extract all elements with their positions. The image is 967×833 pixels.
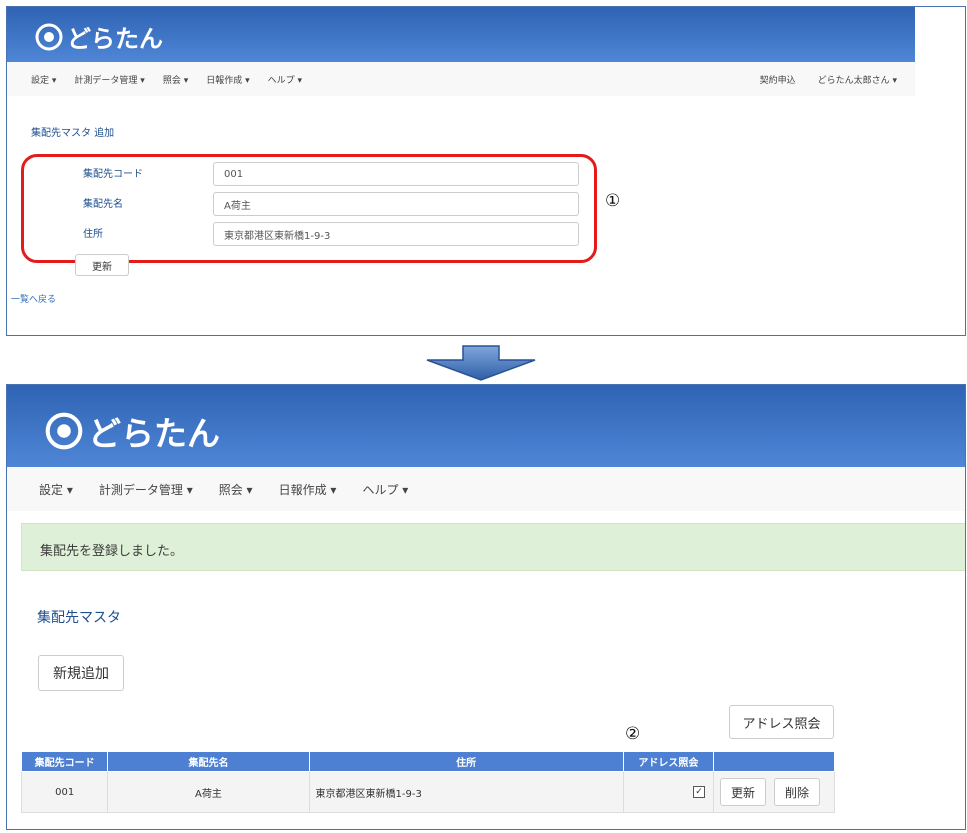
success-alert: 集配先を登録しました。 (21, 523, 965, 571)
nav-menu-report[interactable]: 日報作成 ▾ (206, 73, 249, 86)
table-header-row: 集配先コード 集配先名 住所 アドレス照会 (20, 751, 835, 772)
row-update-button[interactable]: 更新 (720, 778, 767, 806)
callout-2: ② (625, 724, 641, 744)
callout-1: ① (605, 191, 621, 211)
cell-code: 001 (20, 771, 109, 813)
cell-name: A荷主 (107, 771, 310, 813)
submit-button[interactable]: 更新 (75, 254, 129, 276)
cell-address-check: ✓ (622, 771, 715, 813)
nav-menu-report[interactable]: 日報作成 ▾ (279, 481, 337, 498)
form-highlight (21, 154, 597, 263)
nav-menu-settings[interactable]: 設定 ▾ (31, 73, 56, 86)
col-actions (713, 751, 835, 772)
add-new-button[interactable]: 新規追加 (38, 655, 124, 691)
app-logo[interactable]: どらたん (35, 19, 163, 54)
app-header: どらたん (7, 7, 915, 62)
user-menu[interactable]: どらたん太郎さん ▾ (818, 73, 897, 86)
nav-menu-help[interactable]: ヘルプ ▾ (362, 481, 408, 498)
contract-link[interactable]: 契約申込 (760, 73, 796, 86)
col-name: 集配先名 (107, 751, 310, 772)
page-title: 集配先マスタ 追加 (31, 128, 115, 139)
top-navbar-2: 設定 ▾ 計測データ管理 ▾ 照会 ▾ 日報作成 ▾ ヘルプ ▾ (7, 467, 965, 511)
address-inquiry-button[interactable]: アドレス照会 (729, 705, 834, 739)
app-logo-2[interactable]: どらたん (45, 407, 220, 455)
success-alert-text: 集配先を登録しました。 (40, 544, 184, 559)
nav-menu-inquiry[interactable]: 照会 ▾ (163, 73, 188, 86)
app-header-2: どらたん (7, 385, 965, 467)
back-link[interactable]: 一覧へ戻る (11, 292, 56, 305)
logo-icon (45, 412, 83, 450)
add-form-screen: どらたん 設定 ▾ 計測データ管理 ▾ 照会 ▾ 日報作成 ▾ ヘルプ ▾ 契約… (6, 6, 966, 336)
nav-menu-help[interactable]: ヘルプ ▾ (268, 73, 302, 86)
nav-menu-data[interactable]: 計測データ管理 ▾ (74, 73, 144, 86)
nav-menu-inquiry[interactable]: 照会 ▾ (219, 481, 253, 498)
address-checkbox[interactable]: ✓ (693, 786, 706, 798)
logo-icon (35, 23, 63, 50)
logo-text: どらたん (67, 25, 163, 53)
list-screen: どらたん 設定 ▾ 計測データ管理 ▾ 照会 ▾ 日報作成 ▾ ヘルプ ▾ 集配… (6, 384, 966, 830)
cell-address: 東京都港区東新橋1-9-3 (308, 771, 624, 813)
cell-actions: 更新 削除 (713, 771, 835, 813)
master-table: 集配先コード 集配先名 住所 アドレス照会 001 A荷主 東京都港区東新橋1-… (20, 751, 835, 813)
top-navbar: 設定 ▾ 計測データ管理 ▾ 照会 ▾ 日報作成 ▾ ヘルプ ▾ 契約申込 どら… (7, 62, 915, 96)
list-title: 集配先マスタ (37, 610, 121, 626)
table-row: 001 A荷主 東京都港区東新橋1-9-3 ✓ 更新 削除 (20, 771, 835, 813)
col-code: 集配先コード (20, 751, 109, 772)
nav-menu-settings[interactable]: 設定 ▾ (39, 481, 73, 498)
down-arrow-icon (426, 345, 536, 381)
col-address: 住所 (308, 751, 624, 772)
row-delete-button[interactable]: 削除 (774, 778, 821, 806)
nav-menu-data[interactable]: 計測データ管理 ▾ (99, 481, 193, 498)
col-address-inquiry: アドレス照会 (622, 751, 715, 772)
logo-text: どらたん (88, 414, 220, 453)
